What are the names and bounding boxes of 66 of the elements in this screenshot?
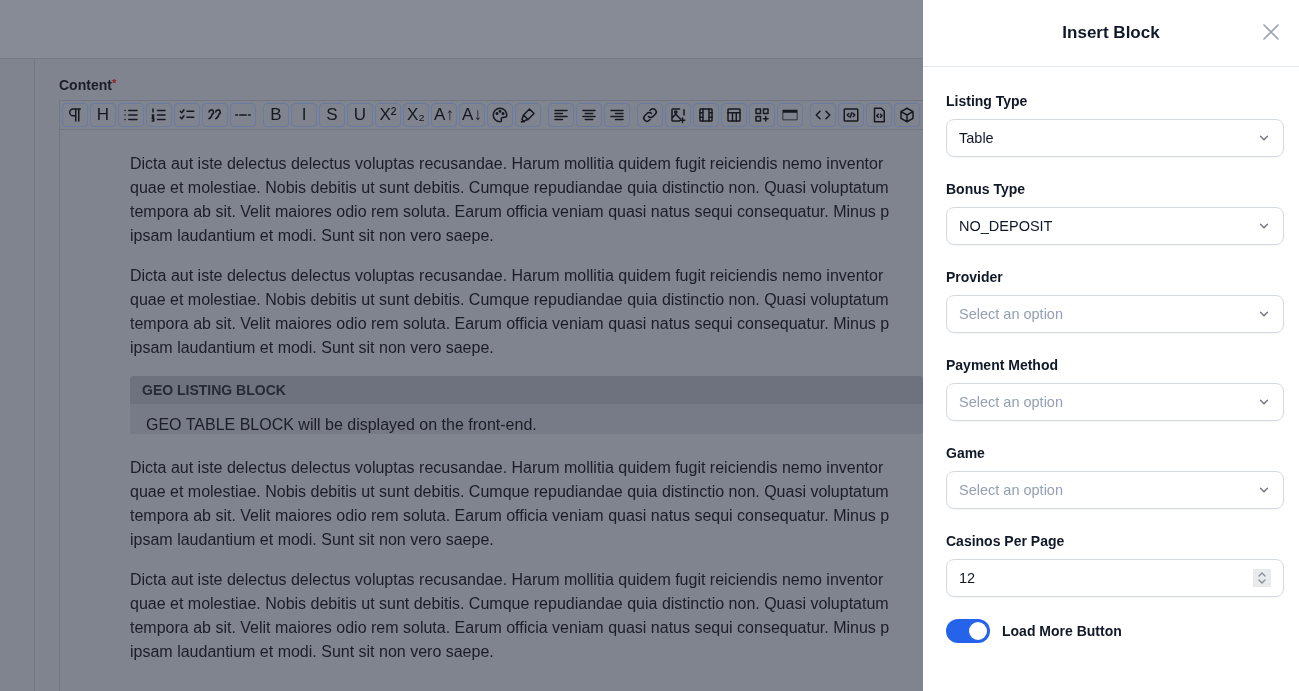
- toolbar-button[interactable]: [230, 103, 256, 127]
- field-label: Casinos Per Page: [946, 533, 1066, 549]
- toolbar-button[interactable]: [487, 103, 513, 127]
- toolbar-button[interactable]: A↑: [431, 103, 457, 127]
- highlighter-icon: [519, 106, 537, 124]
- toolbar-button[interactable]: [894, 103, 920, 127]
- field-label: Provider: [946, 269, 1004, 285]
- toolbar-button[interactable]: [174, 103, 200, 127]
- field-label: Game: [946, 445, 986, 461]
- embed-block-title: GEO LISTING BLOCK: [130, 376, 923, 404]
- toolbar-button[interactable]: [721, 103, 747, 127]
- field-label: Listing Type: [946, 93, 1029, 109]
- toolbar-button[interactable]: [604, 103, 630, 127]
- link-icon: [641, 106, 659, 124]
- toolbar-button[interactable]: X²: [375, 103, 401, 127]
- paragraph: Dicta aut iste delectus delectus voluptas recusandae. Harum mollitia quidem fugit reiciendis nemo inventor quae et molestiae. Nobis debitis ut sunt debitis. Cumque repudiandae quia distinctio non. Quasi voluptatum tempora ab sit. Velit maiores odio rem soluta. Earum officia veniam quasi natus sequi consequatur. Minus p ipsam laudantium et modi. Sunt sit non vero saepe.: [130, 570, 890, 662]
- embed-block-text: GEO TABLE BLOCK will be displayed on the front-end.: [146, 416, 537, 434]
- paragraph: Dicta aut iste delectus delectus voluptas recusandae. Harum mollitia quidem fugit reiciendis nemo inventor quae et molestiae. Nobis debitis ut sunt debitis. Cumque repudiandae quia distinctio non. Quasi voluptatum tempora ab sit. Velit maiores odio rem soluta. Earum officia veniam quasi natus sequi consequatur. Minus p ipsam laudantium et modi. Sunt sit non vero saepe.: [130, 154, 890, 246]
- toolbar-button[interactable]: X₂: [403, 103, 429, 127]
- code-block-icon: [842, 106, 860, 124]
- film-icon: [697, 106, 715, 124]
- paragraph: Dicta aut iste delectus delectus voluptas recusandae. Harum mollitia quidem fugit reiciendis nemo inventor quae et molestiae. Nobis debitis ut sunt debitis. Cumque repudiandae quia distinctio non. Quasi voluptatum tempora ab sit. Velit maiores odio rem soluta. Earum officia veniam quasi natus sequi consequatur. Minus p ipsam laudantium et modi. Sunt sit non vero saepe.: [130, 266, 890, 358]
- paragraph: Dicta aut iste delectus delectus voluptas recusandae. Harum mollitia quidem fugit reiciendis nemo inventor quae et molestiae. Nobis debitis ut sunt debitis. Cumque repudiandae quia distinctio non. Quasi voluptatum tempora ab sit. Velit maiores odio rem soluta. Earum officia veniam quasi natus sequi consequatur. Minus p ipsam laudantium et modi. Sunt sit non vero saepe.: [130, 458, 890, 550]
- cube-icon: [898, 106, 916, 124]
- toolbar-button[interactable]: I: [291, 103, 317, 127]
- toolbar-button[interactable]: [146, 103, 172, 127]
- toolbar-button[interactable]: [637, 103, 663, 127]
- field-label: Payment Method: [946, 357, 1059, 373]
- toolbar-button[interactable]: B: [263, 103, 289, 127]
- toolbar-button[interactable]: [118, 103, 144, 127]
- palette-icon: [491, 106, 509, 124]
- number-field[interactable]: 12: [946, 559, 1284, 597]
- toolbar-button[interactable]: H: [90, 103, 116, 127]
- spinner-icon[interactable]: [1253, 569, 1271, 587]
- field-label: Bonus Type: [946, 181, 1027, 197]
- select-field[interactable]: Select an option: [946, 295, 1284, 333]
- rich-text-editor[interactable]: [59, 100, 923, 691]
- content-label: Content*: [59, 77, 117, 93]
- select-field[interactable]: Select an option: [946, 471, 1284, 509]
- horizontal-rule-icon: [235, 113, 251, 117]
- toolbar-button[interactable]: [515, 103, 541, 127]
- toolbar-button[interactable]: [810, 103, 836, 127]
- image-add-icon: [669, 106, 687, 124]
- toolbar-button[interactable]: [665, 103, 691, 127]
- toolbar-button[interactable]: S: [319, 103, 345, 127]
- numbered-list-icon: [150, 106, 168, 124]
- toolbar-button[interactable]: [693, 103, 719, 127]
- select-field[interactable]: Table: [946, 119, 1284, 157]
- panel-title: Insert Block: [1062, 23, 1160, 43]
- select-field[interactable]: Select an option: [946, 383, 1284, 421]
- pilcrow-icon: [66, 106, 84, 124]
- toolbar-button[interactable]: [62, 103, 88, 127]
- toolbar-button[interactable]: [838, 103, 864, 127]
- toolbar-button[interactable]: [749, 103, 775, 127]
- toggle-label: Load More Button: [1002, 623, 1122, 639]
- toolbar-button[interactable]: [866, 103, 892, 127]
- toolbar-button[interactable]: A↓: [459, 103, 485, 127]
- toolbar-button[interactable]: [202, 103, 228, 127]
- toolbar-button[interactable]: [548, 103, 574, 127]
- toolbar-button[interactable]: [576, 103, 602, 127]
- select-field[interactable]: NO_DEPOSIT: [946, 207, 1284, 245]
- table-icon: [725, 106, 743, 124]
- toggle-switch[interactable]: [946, 619, 990, 643]
- toolbar-button[interactable]: [777, 103, 803, 127]
- grid-add-icon: [753, 106, 771, 124]
- toolbar-button[interactable]: U: [347, 103, 373, 127]
